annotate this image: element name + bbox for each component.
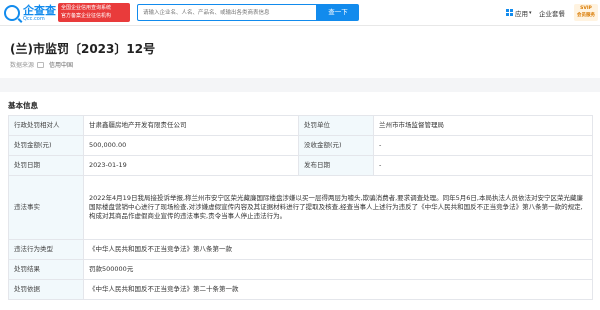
- violation-type-value: 《中华人民共和国反不正当竞争法》第八条第一款: [83, 239, 593, 260]
- table-row: 处罚结果 罚款500000元: [8, 259, 593, 280]
- table-row: 处罚依据 《中华人民共和国反不正当竞争法》第二十条第一款: [8, 279, 593, 300]
- source-value: 信用中国: [49, 62, 74, 69]
- violation-facts-label: 违法事实: [8, 175, 84, 240]
- nav-plan-label: 企业套餐: [539, 9, 565, 18]
- certification-badge[interactable]: 全国企业信用查询系统 官方备案企业征信机构: [58, 3, 130, 22]
- search-button[interactable]: 查一下: [317, 4, 359, 21]
- table-row: 行政处罚相对人 甘肃鑫疆房地产开发有限责任公司 处罚单位 兰州市市场监督管理局: [8, 115, 593, 136]
- nav-plan[interactable]: 企业套餐: [539, 6, 565, 19]
- table-row: 处罚金额(元) 500,000.00 没收金额(元) -: [8, 135, 593, 156]
- vip-label: SVIP: [580, 6, 592, 11]
- svip-badge[interactable]: SVIP 会员服务: [574, 4, 598, 21]
- source-info-icon[interactable]: [37, 61, 45, 68]
- authority-value: 兰州市市场监督管理局: [373, 115, 593, 136]
- section-title: 基本信息: [8, 101, 38, 110]
- chevron-down-icon: ▾: [529, 9, 532, 16]
- cert-line-2: 官方备案企业征信机构: [61, 13, 112, 19]
- search-input[interactable]: [137, 4, 317, 21]
- qcc-logo[interactable]: 企查查 Qcc.com: [4, 3, 56, 23]
- data-source: 数据来源 信用中国: [10, 60, 73, 69]
- logo-domain: Qcc.com: [23, 15, 45, 22]
- basic-info-table: 行政处罚相对人 甘肃鑫疆房地产开发有限责任公司 处罚单位 兰州市市场监督管理局 …: [8, 115, 593, 300]
- logo-text: 企查查 Qcc.com: [23, 5, 56, 22]
- confiscation-label: 没收金额(元): [298, 135, 374, 156]
- confiscation-value: -: [373, 135, 593, 156]
- penalty-basis-value: 《中华人民共和国反不正当竞争法》第二十条第一款: [83, 279, 593, 300]
- table-row: 违法事实 2022年4月19日我局接投诉举报,称兰州市安宁区荣光藏廉国际楼盘涉嫌…: [8, 175, 593, 240]
- logo-name: 企查查: [23, 3, 56, 17]
- page-title: (兰)市监罚〔2023〕12号: [10, 42, 156, 56]
- party-label: 行政处罚相对人: [8, 115, 84, 136]
- penalty-date-value: 2023-01-19: [83, 155, 299, 176]
- publish-date-value: -: [373, 155, 593, 176]
- nav-app-label: 应用: [515, 9, 528, 18]
- penalty-result-value: 罚款500000元: [83, 259, 593, 280]
- penalty-date-label: 处罚日期: [8, 155, 84, 176]
- table-row: 违法行为类型 《中华人民共和国反不正当竞争法》第八条第一款: [8, 239, 593, 260]
- violation-type-label: 违法行为类型: [8, 239, 84, 260]
- penalty-basis-label: 处罚依据: [8, 279, 84, 300]
- party-company-link[interactable]: 甘肃鑫疆房地产开发有限责任公司: [83, 115, 299, 136]
- section-divider: [0, 78, 600, 92]
- magnifier-logo-icon: [4, 5, 20, 21]
- source-label: 数据来源: [10, 62, 35, 69]
- vip-sub-label: 会员服务: [577, 13, 595, 18]
- grid-icon: [506, 9, 513, 16]
- penalty-amount-value: 500,000.00: [83, 135, 299, 156]
- penalty-amount-label: 处罚金额(元): [8, 135, 84, 156]
- nav-app-menu[interactable]: 应用 ▾: [506, 6, 532, 19]
- table-row: 处罚日期 2023-01-19 发布日期 -: [8, 155, 593, 176]
- top-header: 企查查 Qcc.com 全国企业信用查询系统 官方备案企业征信机构 查一下 应用…: [0, 0, 600, 26]
- penalty-result-label: 处罚结果: [8, 259, 84, 280]
- violation-facts-value: 2022年4月19日我局接投诉举报,称兰州市安宁区荣光藏廉国际楼盘涉嫌以买一层得…: [83, 175, 593, 240]
- publish-date-label: 发布日期: [298, 155, 374, 176]
- cert-line-1: 全国企业信用查询系统: [61, 5, 112, 11]
- authority-label: 处罚单位: [298, 115, 374, 136]
